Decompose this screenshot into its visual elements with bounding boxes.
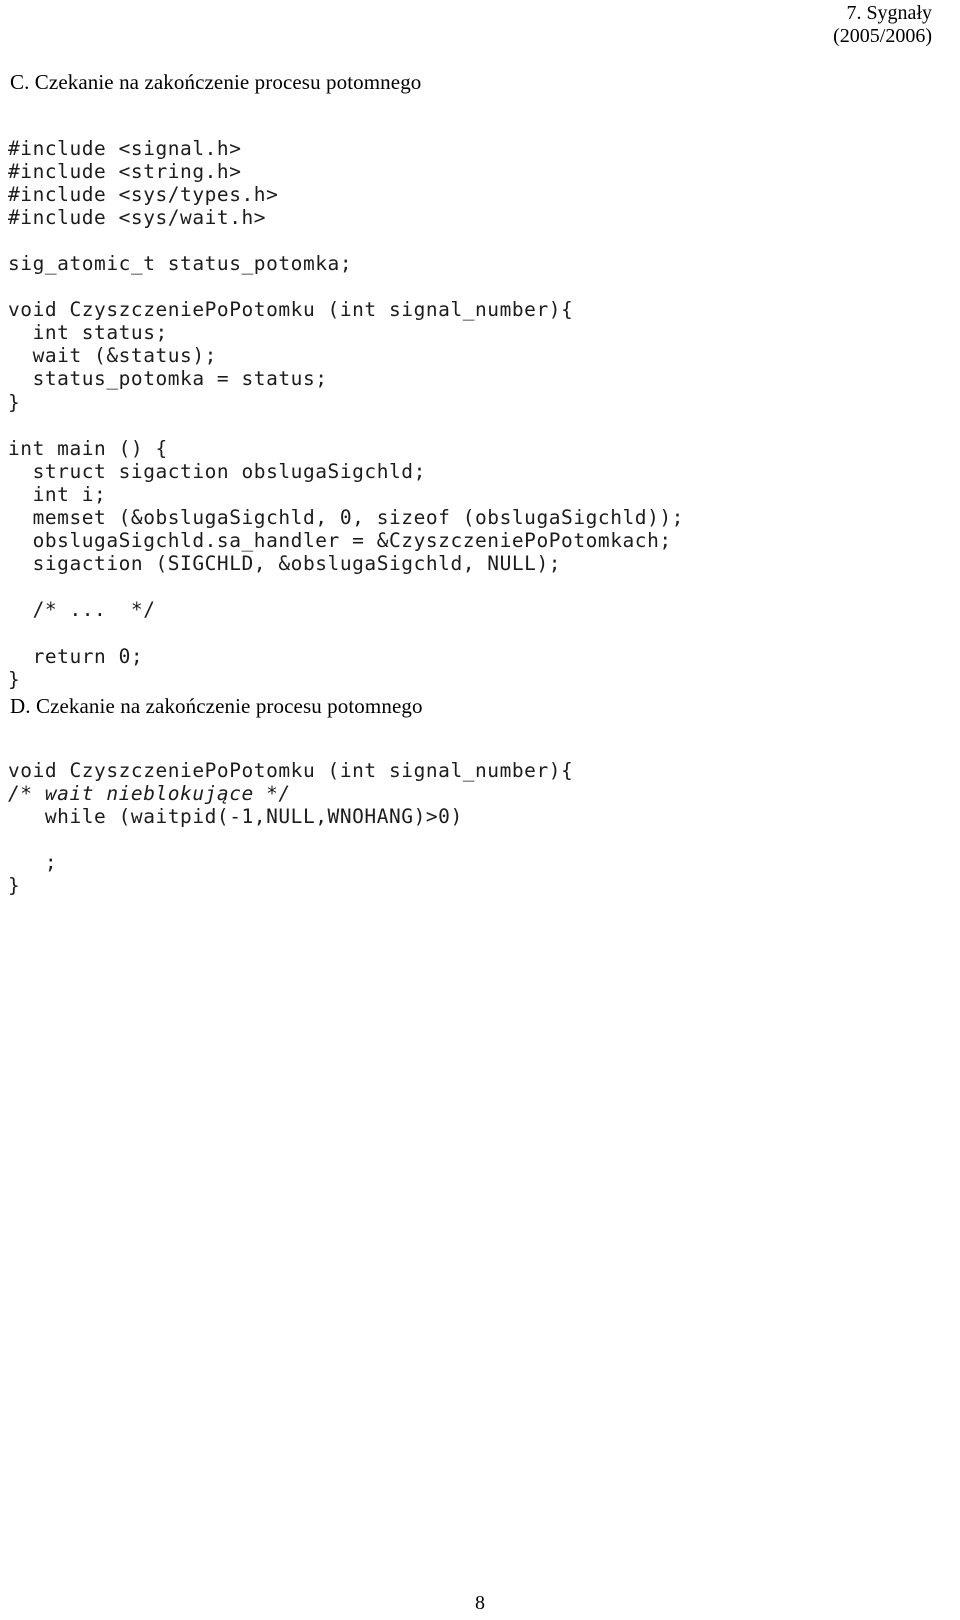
section-heading-c: C. Czekanie na zakończenie procesu potom… xyxy=(10,70,422,94)
document-page: 7. Sygnały (2005/2006) C. Czekanie na za… xyxy=(0,0,960,1620)
code-line: int main () { xyxy=(8,436,168,460)
code-line: int i; xyxy=(8,482,107,506)
code-line: } xyxy=(8,390,21,414)
code-line: memset (&obslugaSigchld, 0, sizeof (obsl… xyxy=(8,506,684,529)
code-line: /* wait nieblokujące */ xyxy=(8,781,291,805)
code-line: while (waitpid(-1,NULL,WNOHANG)>0) xyxy=(8,804,463,828)
code-line: obslugaSigchld.sa_handler = &Czyszczenie… xyxy=(8,529,672,553)
code-line: void CzyszczeniePoPotomku (int signal_nu… xyxy=(8,758,574,782)
code-line: } xyxy=(8,873,21,897)
code-line: wait (&status); xyxy=(8,344,217,368)
code-line: } xyxy=(8,667,21,691)
code-line: #include <sys/wait.h> xyxy=(8,205,267,229)
code-line: #include <sys/types.h> xyxy=(8,182,279,206)
code-line: ; xyxy=(8,850,58,874)
code-line: void CzyszczeniePoPotomku (int signal_nu… xyxy=(8,298,574,322)
code-line: #include <signal.h> xyxy=(8,136,242,160)
code-listing-d: void CzyszczeniePoPotomku (int signal_nu… xyxy=(8,759,573,898)
code-line: sig_atomic_t status_potomka; xyxy=(8,251,353,275)
code-line: int status; xyxy=(8,321,168,345)
code-line: #include <string.h> xyxy=(8,159,242,183)
code-listing-c: #include <signal.h> #include <string.h> #i… xyxy=(8,137,684,691)
running-header-title: 7. Sygnały xyxy=(846,2,932,24)
page-number: 8 xyxy=(475,1592,485,1614)
code-line: status_potomka = status; xyxy=(8,367,328,391)
code-line: return 0; xyxy=(8,644,144,668)
section-heading-d: D. Czekanie na zakończenie procesu potom… xyxy=(10,694,423,718)
running-header-year: (2005/2006) xyxy=(833,25,932,47)
code-line: /* ... */ xyxy=(8,598,156,622)
running-header: 7. Sygnały (2005/2006) xyxy=(833,2,932,48)
code-line: sigaction (SIGCHLD, &obslugaSigchld, NUL… xyxy=(8,552,562,576)
code-line: struct sigaction obslugaSigchld; xyxy=(8,459,426,483)
